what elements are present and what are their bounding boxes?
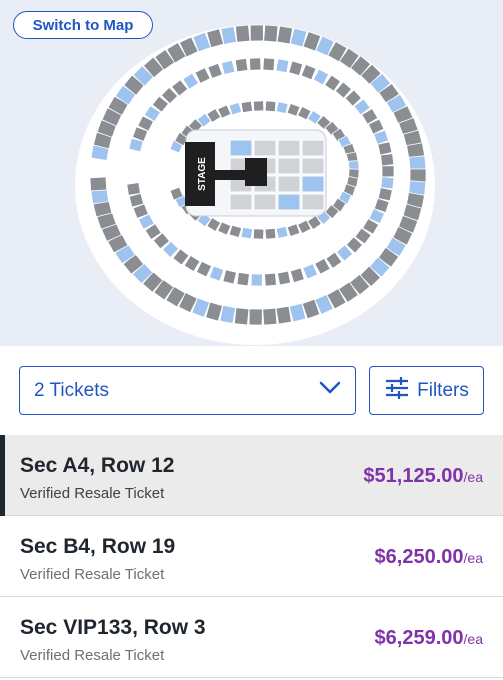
seat-section[interactable] (408, 155, 427, 171)
floor-section[interactable] (277, 193, 301, 211)
listing-row[interactable]: Sec B4, Row 19 Verified Resale Ticket $6… (0, 516, 503, 597)
price-unit: /ea (463, 550, 483, 566)
stage-label: STAGE (197, 157, 208, 191)
seat-section[interactable] (262, 57, 276, 72)
sliders-icon (384, 376, 410, 405)
seat-section[interactable] (380, 153, 395, 167)
floor-section[interactable] (229, 193, 253, 211)
listing-row[interactable]: Sec VIP133, Row 3 Verified Resale Ticket… (0, 597, 503, 678)
listing-row[interactable]: Sec A4, Row 12 Verified Resale Ticket $5… (0, 435, 503, 516)
switch-to-map-button[interactable]: Switch to Map (13, 11, 153, 39)
seat-section[interactable] (249, 24, 264, 42)
seat-section[interactable] (222, 269, 237, 285)
floor-section[interactable] (253, 193, 277, 211)
floor-section[interactable] (301, 175, 325, 193)
seat-section[interactable] (235, 24, 251, 43)
listing-price: $51,125.00/ea (363, 465, 483, 488)
seat-section[interactable] (275, 58, 290, 74)
ticket-listings: Sec A4, Row 12 Verified Resale Ticket $5… (0, 435, 503, 678)
seat-section[interactable] (264, 227, 277, 240)
seat-section[interactable] (233, 307, 250, 326)
seat-section[interactable] (236, 271, 250, 287)
seat-section[interactable] (250, 273, 263, 287)
floor-section[interactable] (301, 139, 325, 157)
listing-type: Verified Resale Ticket (20, 566, 165, 583)
seat-section[interactable] (380, 176, 395, 190)
seat-section[interactable] (275, 101, 289, 115)
ticket-quantity-value: 2 Tickets (34, 379, 109, 401)
seat-section[interactable] (240, 226, 254, 240)
listing-section: Sec B4, Row 19 (20, 535, 176, 558)
seat-section[interactable] (275, 305, 292, 325)
seat-section[interactable] (249, 57, 262, 71)
price-unit: /ea (463, 469, 483, 485)
listing-price: $6,250.00/ea (375, 546, 483, 569)
floor-section[interactable] (277, 139, 301, 157)
price-value: $6,250.00 (374, 546, 464, 568)
seat-section[interactable] (275, 225, 289, 239)
seat-section[interactable] (276, 25, 294, 45)
listing-section: Sec A4, Row 12 (20, 454, 175, 477)
seat-section[interactable] (277, 270, 291, 286)
seat-section[interactable] (381, 165, 395, 178)
price-value: $6,259.00 (374, 627, 464, 649)
chevron-down-icon (319, 381, 341, 400)
listing-type: Verified Resale Ticket (20, 647, 165, 664)
seat-section[interactable] (89, 176, 108, 192)
ticket-quantity-select[interactable]: 2 Tickets (19, 366, 356, 415)
seat-section[interactable] (263, 272, 277, 287)
seat-section[interactable] (234, 57, 249, 73)
seat-section[interactable] (409, 168, 427, 183)
floor-section[interactable] (277, 175, 301, 193)
listing-section: Sec VIP133, Row 3 (20, 616, 206, 639)
price-unit: /ea (463, 631, 483, 647)
filters-label: Filters (417, 379, 469, 401)
floor-section[interactable] (253, 139, 277, 157)
filters-button[interactable]: Filters (369, 366, 484, 415)
seat-section[interactable] (253, 100, 265, 112)
seat-section[interactable] (126, 182, 141, 196)
seat-section[interactable] (220, 25, 238, 45)
seat-map[interactable]: STAGE Switch to Map (0, 0, 503, 346)
price-value: $51,125.00 (363, 465, 464, 487)
floor-section[interactable] (301, 157, 325, 175)
seat-section[interactable] (263, 24, 279, 43)
seat-section[interactable] (253, 228, 265, 240)
floor-section[interactable] (277, 157, 301, 175)
stadium-map[interactable]: STAGE (0, 0, 503, 346)
seat-section[interactable] (264, 100, 277, 113)
floor-section[interactable] (301, 193, 325, 211)
seat-section[interactable] (248, 308, 263, 326)
seat-section[interactable] (220, 59, 236, 76)
floor-section[interactable] (229, 139, 253, 157)
seat-section[interactable] (377, 141, 393, 156)
listing-type: Verified Resale Ticket (20, 485, 165, 502)
seat-section[interactable] (240, 100, 254, 114)
listing-price: $6,259.00/ea (375, 627, 483, 650)
seat-section[interactable] (262, 307, 278, 326)
